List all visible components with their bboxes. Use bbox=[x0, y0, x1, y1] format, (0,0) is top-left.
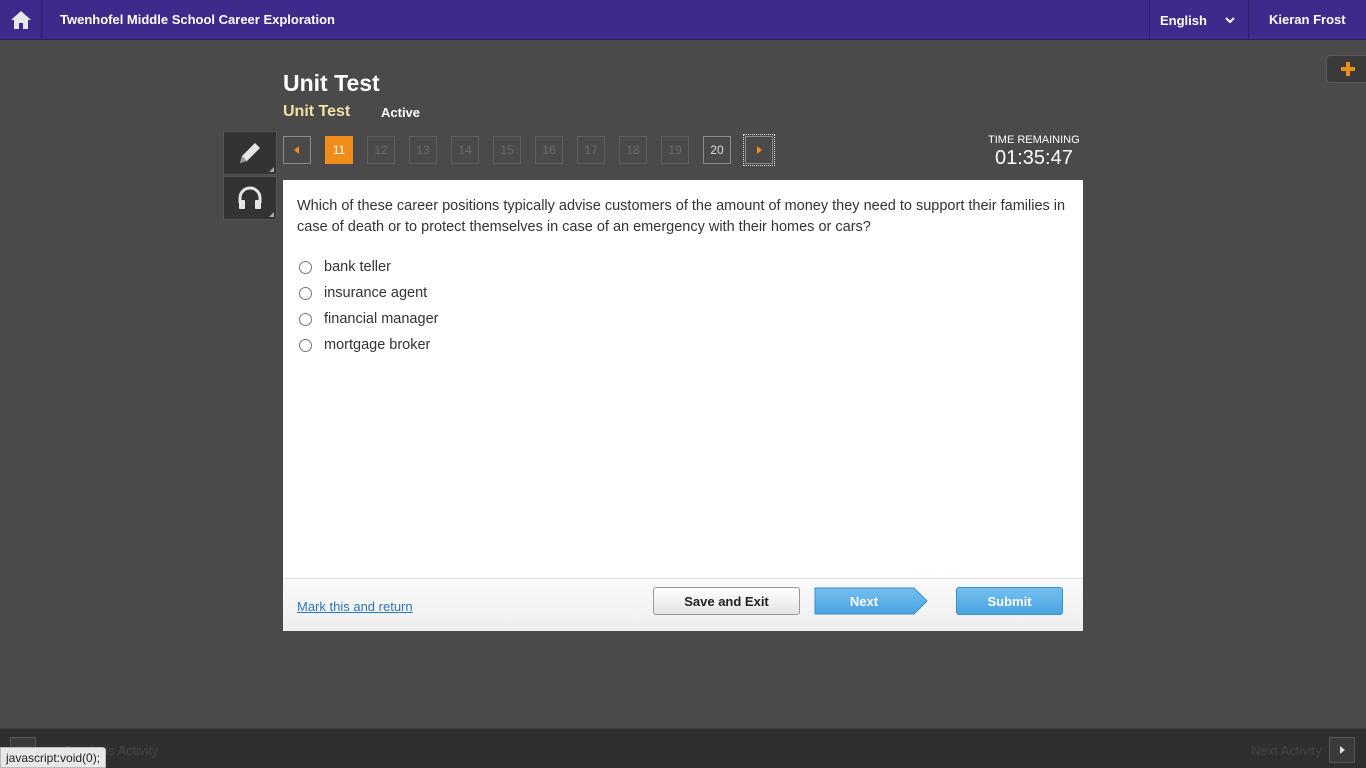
headphones-icon bbox=[238, 186, 262, 209]
time-remaining-value: 01:35:47 bbox=[995, 147, 1073, 169]
question-number-button[interactable]: 12 bbox=[367, 136, 395, 164]
question-number-button[interactable]: 15 bbox=[493, 136, 521, 164]
next-activity-label[interactable]: Next Activity bbox=[1251, 743, 1322, 758]
previous-question-button[interactable] bbox=[283, 136, 311, 164]
user-name[interactable]: Kieran Frost bbox=[1269, 12, 1346, 27]
question-footer: Mark this and return Save and Exit Next … bbox=[283, 578, 1083, 631]
activity-name: Unit Test bbox=[283, 103, 351, 120]
triangle-right-icon bbox=[1340, 746, 1345, 754]
mark-and-return-link[interactable]: Mark this and return bbox=[297, 599, 413, 614]
triangle-left-icon bbox=[294, 146, 299, 154]
radio-button[interactable] bbox=[299, 312, 312, 326]
next-activity-button[interactable] bbox=[1329, 737, 1355, 763]
choice-label: mortgage broker bbox=[324, 337, 431, 353]
question-number-button[interactable]: 18 bbox=[619, 136, 647, 164]
pencil-tool-button[interactable] bbox=[223, 131, 277, 175]
question-number-button[interactable]: 16 bbox=[535, 136, 563, 164]
app-title: Twenhofel Middle School Career Explorati… bbox=[60, 12, 335, 27]
page-title: Unit Test bbox=[283, 70, 380, 96]
radio-button[interactable] bbox=[299, 338, 312, 352]
save-and-exit-button[interactable]: Save and Exit bbox=[653, 587, 800, 615]
next-question-button[interactable] bbox=[743, 134, 775, 166]
submit-button[interactable]: Submit bbox=[956, 587, 1063, 615]
question-number-button[interactable]: 11 bbox=[325, 136, 353, 164]
next-button-label: Next bbox=[849, 593, 879, 609]
pencil-icon bbox=[240, 143, 260, 163]
triangle-right-icon bbox=[757, 146, 762, 154]
answer-choice[interactable]: mortgage broker bbox=[299, 332, 438, 358]
answer-choice[interactable]: bank teller bbox=[299, 254, 438, 280]
top-bar: Twenhofel Middle School Career Explorati… bbox=[0, 0, 1366, 40]
question-number-button[interactable]: 20 bbox=[703, 136, 731, 164]
plus-icon bbox=[1341, 62, 1355, 76]
question-number-button[interactable]: 14 bbox=[451, 136, 479, 164]
radio-button[interactable] bbox=[299, 286, 312, 300]
browser-status-bar: javascript:void(0); bbox=[0, 747, 107, 768]
language-label: English bbox=[1160, 12, 1207, 28]
question-number-button[interactable]: 17 bbox=[577, 136, 605, 164]
time-remaining-label: TIME REMAINING bbox=[988, 134, 1080, 146]
language-selector[interactable]: English bbox=[1149, 0, 1249, 40]
radio-button[interactable] bbox=[299, 260, 312, 274]
chevron-down-icon bbox=[1225, 17, 1235, 24]
status-badge: Active bbox=[381, 105, 421, 120]
audio-tool-button[interactable] bbox=[223, 176, 277, 220]
next-button[interactable]: Next bbox=[814, 587, 928, 615]
expand-panel-button[interactable] bbox=[1326, 55, 1366, 83]
choice-label: insurance agent bbox=[324, 285, 428, 301]
home-icon bbox=[10, 11, 31, 29]
choice-label: bank teller bbox=[324, 259, 391, 275]
question-text: Which of these career positions typicall… bbox=[297, 198, 1066, 235]
choice-label: financial manager bbox=[324, 311, 439, 327]
question-panel: Which of these career positions typicall… bbox=[283, 180, 1083, 631]
bottom-bar: Previous Activity Next Activity bbox=[0, 728, 1366, 768]
question-number-button[interactable]: 13 bbox=[409, 136, 437, 164]
answer-choice[interactable]: insurance agent bbox=[299, 280, 438, 306]
tool-menu-indicator bbox=[269, 212, 274, 217]
home-button[interactable] bbox=[0, 0, 42, 40]
answer-choices: bank teller insurance agent financial ma… bbox=[299, 254, 438, 358]
answer-choice[interactable]: financial manager bbox=[299, 306, 438, 332]
question-number-button[interactable]: 19 bbox=[661, 136, 689, 164]
tool-menu-indicator bbox=[269, 167, 274, 172]
